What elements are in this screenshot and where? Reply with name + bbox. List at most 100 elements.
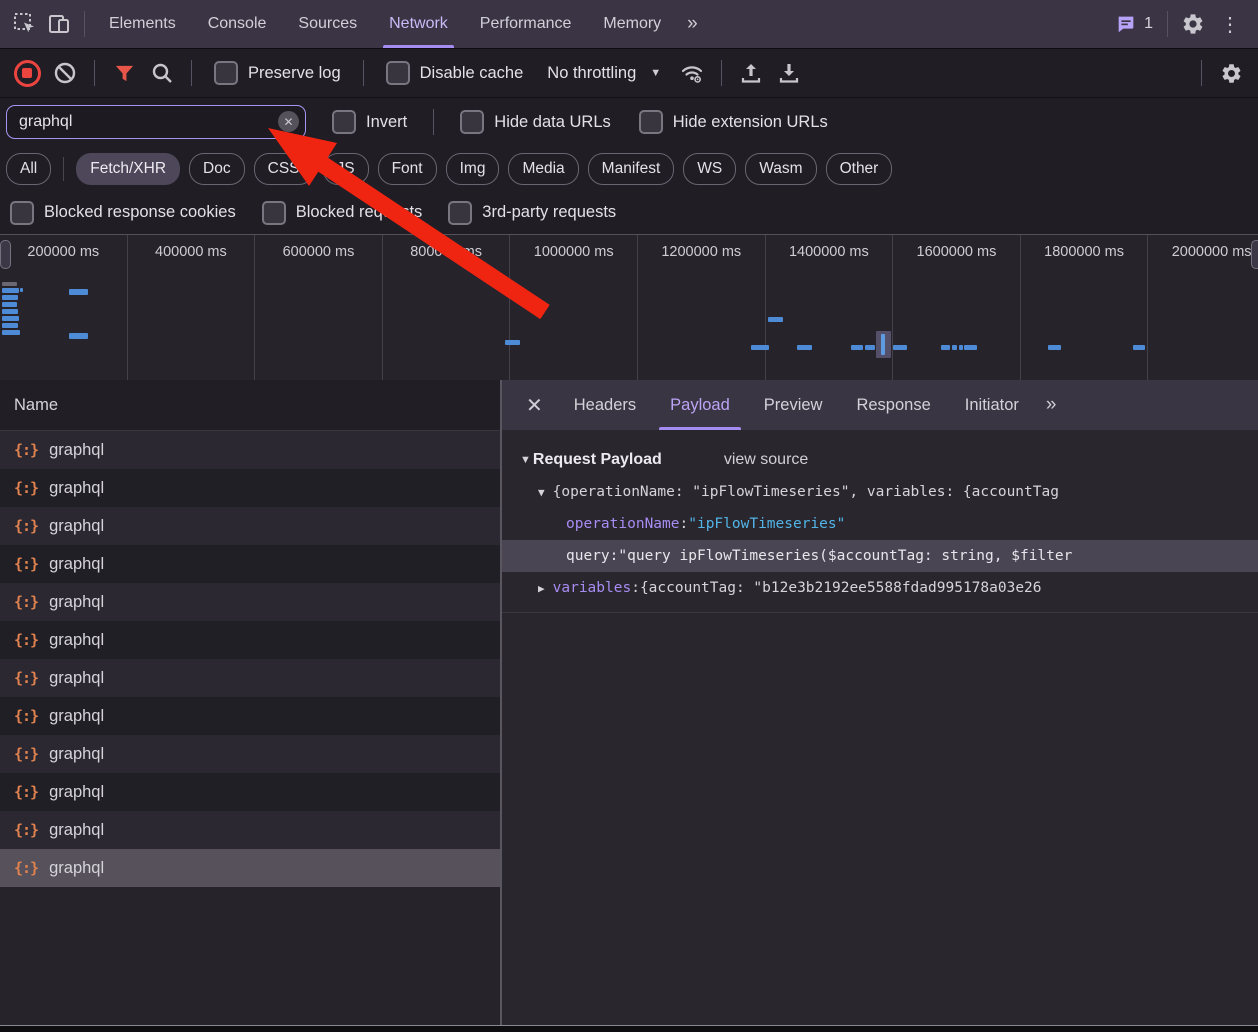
tab-memory[interactable]: Memory — [587, 0, 677, 48]
detail-tab-payload[interactable]: Payload — [653, 380, 747, 430]
network-settings-gear-icon[interactable] — [1214, 56, 1248, 90]
preserve-log-checkbox[interactable]: Preserve log — [204, 61, 351, 85]
request-payload-section[interactable]: ▼ Request Payload — [520, 451, 662, 469]
blocked-response-cookies-checkbox[interactable]: Blocked response cookies — [10, 201, 236, 225]
filter-chip-other[interactable]: Other — [826, 153, 893, 185]
timeline-request-bar — [964, 345, 977, 350]
checkbox[interactable] — [639, 110, 663, 134]
checkbox[interactable] — [386, 61, 410, 85]
checkbox[interactable] — [214, 61, 238, 85]
detail-tab-response[interactable]: Response — [839, 380, 947, 430]
request-row-graphql[interactable]: {:}graphql — [0, 621, 500, 659]
tab-sources[interactable]: Sources — [282, 0, 373, 48]
filter-chip-wasm[interactable]: Wasm — [745, 153, 816, 185]
query-row-selected[interactable]: query: "query ipFlowTimeseries($accountT… — [502, 540, 1258, 572]
throttling-dropdown[interactable]: No throttling ▼ — [537, 64, 671, 83]
checkbox[interactable] — [10, 201, 34, 225]
json-request-icon: {:} — [14, 669, 38, 687]
tab-elements[interactable]: Elements — [93, 0, 192, 48]
filter-chip-media[interactable]: Media — [508, 153, 578, 185]
request-row-graphql[interactable]: {:}graphql — [0, 431, 500, 469]
network-overview-timeline[interactable]: 200000 ms400000 ms600000 ms800000 ms1000… — [0, 234, 1258, 383]
console-messages-badge[interactable]: 1 — [1109, 13, 1159, 35]
request-row-graphql[interactable]: {:}graphql — [0, 469, 500, 507]
request-row-graphql[interactable]: {:}graphql — [0, 697, 500, 735]
request-row-graphql[interactable]: {:}graphql — [0, 735, 500, 773]
disable-cache-checkbox[interactable]: Disable cache — [376, 61, 534, 85]
variables-row[interactable]: ▶ variables: {accountTag: "b12e3b2192ee5… — [502, 572, 1258, 604]
preserve-log-label: Preserve log — [248, 64, 341, 83]
inspect-element-icon[interactable] — [8, 7, 42, 41]
search-icon[interactable] — [145, 56, 179, 90]
invert-checkbox[interactable]: Invert — [314, 110, 417, 134]
name-column-header[interactable]: Name — [0, 380, 500, 431]
filter-chip-manifest[interactable]: Manifest — [588, 153, 675, 185]
blocked-requests-checkbox[interactable]: Blocked requests — [262, 201, 423, 225]
request-row-graphql[interactable]: {:}graphql — [0, 773, 500, 811]
json-request-icon: {:} — [14, 859, 38, 877]
record-network-log-button[interactable] — [10, 56, 44, 90]
more-detail-tabs-icon[interactable]: » — [1036, 394, 1065, 416]
operation-name-row[interactable]: operationName: "ipFlowTimeseries" — [502, 508, 1258, 540]
filter-chip-doc[interactable]: Doc — [189, 153, 245, 185]
payload-summary-row[interactable]: ▼ {operationName: "ipFlowTimeseries", va… — [502, 476, 1258, 508]
filter-chip-fetchxhr[interactable]: Fetch/XHR — [76, 153, 180, 185]
timeline-tick-label: 600000 ms — [255, 235, 383, 382]
device-toolbar-icon[interactable] — [42, 7, 76, 41]
request-row-graphql[interactable]: {:}graphql — [0, 583, 500, 621]
filter-chip-js[interactable]: JS — [323, 153, 369, 185]
export-har-icon[interactable] — [772, 56, 806, 90]
checkbox[interactable] — [448, 201, 472, 225]
json-request-icon: {:} — [14, 517, 38, 535]
kebab-menu-icon[interactable]: ⋮ — [1210, 12, 1250, 37]
json-request-icon: {:} — [14, 593, 38, 611]
request-name: graphql — [49, 479, 104, 498]
detail-tab-headers[interactable]: Headers — [557, 380, 653, 430]
timeline-left-handle[interactable] — [0, 240, 11, 269]
filter-input[interactable] — [7, 113, 305, 131]
divider — [84, 11, 85, 37]
request-name: graphql — [49, 441, 104, 460]
filter-chip-css[interactable]: CSS — [254, 153, 314, 185]
json-request-icon: {:} — [14, 555, 38, 573]
tab-performance[interactable]: Performance — [464, 0, 588, 48]
filter-chip-img[interactable]: Img — [446, 153, 500, 185]
filter-bar: ✕ Invert Hide data URLs Hide extension U… — [0, 98, 1258, 146]
tab-network[interactable]: Network — [373, 0, 464, 48]
more-tabs-icon[interactable]: » — [677, 13, 706, 35]
filter-chip-font[interactable]: Font — [378, 153, 437, 185]
hide-data-urls-checkbox[interactable]: Hide data URLs — [450, 110, 620, 134]
network-conditions-icon[interactable] — [675, 56, 709, 90]
detail-tab-initiator[interactable]: Initiator — [948, 380, 1036, 430]
request-row-graphql[interactable]: {:}graphql — [0, 659, 500, 697]
blocked-requests-label: Blocked requests — [296, 203, 423, 222]
request-row-graphql[interactable]: {:}graphql — [0, 811, 500, 849]
close-details-icon[interactable]: ✕ — [512, 393, 557, 418]
filter-input-box[interactable]: ✕ — [6, 105, 306, 139]
filter-funnel-icon[interactable] — [107, 56, 141, 90]
checkbox[interactable] — [262, 201, 286, 225]
view-source-link[interactable]: view source — [724, 451, 808, 469]
settings-gear-icon[interactable] — [1176, 7, 1210, 41]
tab-console[interactable]: Console — [192, 0, 283, 48]
timeline-request-bar — [2, 302, 17, 307]
variables-key: variables — [553, 580, 632, 596]
import-har-icon[interactable] — [734, 56, 768, 90]
divider — [502, 612, 1258, 613]
request-row-graphql[interactable]: {:}graphql — [0, 545, 500, 583]
request-row-graphql[interactable]: {:}graphql — [0, 507, 500, 545]
filter-chip-all[interactable]: All — [6, 153, 51, 185]
request-row-graphql[interactable]: {:}graphql — [0, 849, 500, 887]
detail-tab-preview[interactable]: Preview — [747, 380, 840, 430]
clear-network-log-button[interactable] — [48, 56, 82, 90]
timeline-request-bar — [2, 309, 18, 314]
checkbox[interactable] — [332, 110, 356, 134]
hide-extension-urls-checkbox[interactable]: Hide extension URLs — [629, 110, 838, 134]
divider — [721, 60, 722, 86]
clear-filter-icon[interactable]: ✕ — [278, 111, 299, 132]
filter-chip-ws[interactable]: WS — [683, 153, 736, 185]
timeline-right-handle[interactable] — [1251, 240, 1258, 269]
divider — [433, 109, 434, 135]
checkbox[interactable] — [460, 110, 484, 134]
third-party-requests-checkbox[interactable]: 3rd-party requests — [448, 201, 616, 225]
